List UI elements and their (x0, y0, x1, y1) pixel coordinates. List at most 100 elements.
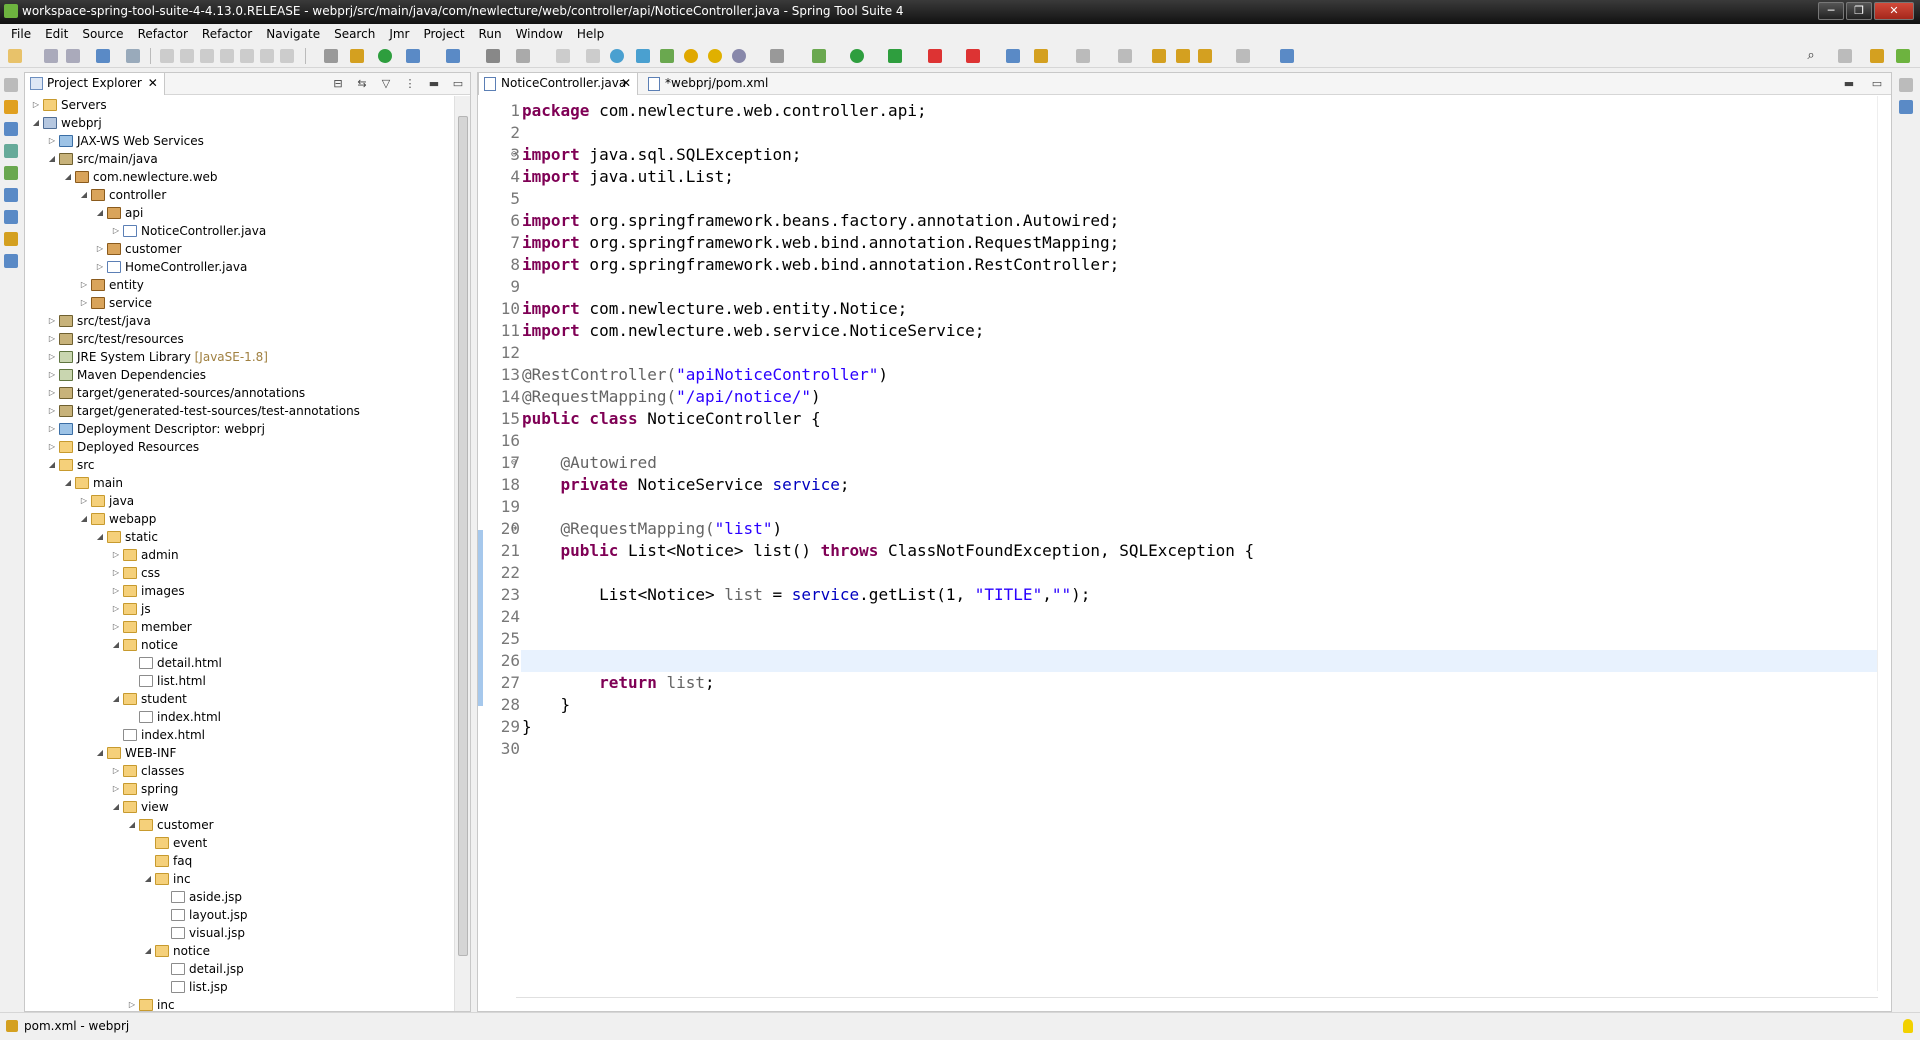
expanded-twistie-icon[interactable]: ◢ (63, 474, 73, 492)
code-line[interactable]: 22 (478, 562, 1828, 584)
collapsed-twistie-icon[interactable]: ▷ (111, 564, 121, 582)
close-tab-icon[interactable]: ✕ (621, 73, 631, 94)
new-project-icon[interactable] (406, 49, 420, 63)
start-server-icon[interactable] (378, 49, 392, 63)
menu-navigate[interactable]: Navigate (259, 24, 327, 44)
restore-right-icon[interactable] (1899, 78, 1913, 92)
code-line[interactable]: 18 private NoticeService service; (478, 474, 1828, 496)
code-line[interactable]: 23 List<Notice> list = service.getList(1… (478, 584, 1828, 606)
step-over-icon[interactable] (260, 49, 274, 63)
code-line[interactable]: 9 (478, 276, 1828, 298)
tree-item[interactable]: ▷ src/test/java (25, 312, 455, 330)
collapsed-twistie-icon[interactable]: ▷ (111, 762, 121, 780)
menu-run[interactable]: Run (472, 24, 509, 44)
restore-icon[interactable] (4, 78, 18, 92)
boot-dashboard-icon[interactable] (4, 144, 18, 158)
tree-item[interactable]: ▷ admin (25, 546, 455, 564)
coverage-icon[interactable] (888, 49, 902, 63)
tree-item[interactable]: ▷ JAX-WS Web Services (25, 132, 455, 150)
code-line[interactable]: 21 public List<Notice> list() throws Cla… (478, 540, 1828, 562)
open-type-icon[interactable] (486, 49, 500, 63)
terminate-icon[interactable] (200, 49, 214, 63)
task-list-icon[interactable] (4, 100, 18, 114)
expanded-twistie-icon[interactable]: ◢ (31, 114, 41, 132)
filter-icon[interactable]: ▽ (378, 76, 394, 92)
editor-vertical-scrollbar[interactable] (1877, 96, 1891, 991)
tree-item[interactable]: ◢ student (25, 690, 455, 708)
tab-notice-controller[interactable]: NoticeController.java ✕ (478, 73, 638, 95)
collapsed-twistie-icon[interactable]: ▷ (95, 258, 105, 276)
problems-icon[interactable] (4, 254, 18, 268)
question-icon[interactable] (708, 49, 722, 63)
expanded-twistie-icon[interactable]: ◢ (95, 528, 105, 546)
spring-boot-icon[interactable] (350, 49, 364, 63)
code-line[interactable]: 14 @RequestMapping("/api/notice/") (478, 386, 1828, 408)
last-edit-2-icon[interactable] (1176, 49, 1190, 63)
java-ee-perspective-icon[interactable] (1870, 49, 1884, 63)
disconnect-icon[interactable] (220, 49, 234, 63)
fold-toggle-icon[interactable]: ⊖ (511, 144, 517, 166)
save-all-icon[interactable] (66, 49, 80, 63)
properties-icon[interactable] (4, 210, 18, 224)
outline-right-icon[interactable] (1899, 100, 1913, 114)
collapsed-twistie-icon[interactable]: ▷ (111, 546, 121, 564)
resume-icon[interactable] (160, 49, 174, 63)
code-line[interactable]: 3 ⊖ import java.sql.SQLException; (478, 144, 1828, 166)
tree-item[interactable]: ▷ inc (25, 996, 455, 1011)
tree-item[interactable]: ▷ css (25, 564, 455, 582)
step-return-icon[interactable] (280, 49, 294, 63)
tree-item[interactable]: ▷ NoticeController.java (25, 222, 455, 240)
stop-icon[interactable] (928, 49, 942, 63)
tree-item[interactable]: ▷ service (25, 294, 455, 312)
tree-item[interactable]: ◢ inc (25, 870, 455, 888)
tree-item[interactable]: ▷ HomeController.java (25, 258, 455, 276)
menu-search[interactable]: Search (327, 24, 382, 44)
terminal-icon[interactable] (96, 49, 110, 63)
editor-horizontal-scrollbar[interactable] (516, 997, 1878, 1011)
tree-item[interactable]: ◢ main (25, 474, 455, 492)
code-line[interactable]: 7 import org.springframework.web.bind.ann… (478, 232, 1828, 254)
tree-scrollbar[interactable] (454, 96, 470, 1011)
maximize-view-icon[interactable]: ▭ (450, 76, 466, 92)
code-line[interactable]: 29} (478, 716, 1828, 738)
spring-perspective-icon[interactable] (1896, 49, 1910, 63)
expanded-twistie-icon[interactable]: ◢ (95, 744, 105, 762)
tree-item[interactable]: index.html (25, 708, 455, 726)
code-line[interactable]: 8 import org.springframework.web.bind.ann… (478, 254, 1828, 276)
collapsed-twistie-icon[interactable]: ▷ (79, 492, 89, 510)
search-file-icon[interactable] (1034, 49, 1048, 63)
expanded-twistie-icon[interactable]: ◢ (143, 942, 153, 960)
tree-item[interactable]: ◢ controller (25, 186, 455, 204)
collapsed-twistie-icon[interactable]: ▷ (111, 222, 121, 240)
tree-item[interactable]: ◢ com.newlecture.web (25, 168, 455, 186)
tree-item[interactable]: ▷ Servers (25, 96, 455, 114)
save-icon[interactable] (44, 49, 58, 63)
skip-breakpoints-icon[interactable] (126, 49, 140, 63)
code-line[interactable]: 4 import java.util.List; (478, 166, 1828, 188)
back-icon[interactable] (1198, 49, 1212, 63)
last-edit-icon[interactable] (1152, 49, 1166, 63)
pin-editor-icon[interactable] (1280, 49, 1294, 63)
code-line[interactable]: 17 ⊖ @Autowired (478, 452, 1828, 474)
tree-item[interactable]: ▷ images (25, 582, 455, 600)
expanded-twistie-icon[interactable]: ◢ (143, 870, 153, 888)
collapsed-twistie-icon[interactable]: ▷ (47, 132, 57, 150)
view-menu-icon[interactable]: ⋮ (402, 76, 418, 92)
tree-item[interactable]: faq (25, 852, 455, 870)
collapsed-twistie-icon[interactable]: ▷ (47, 420, 57, 438)
next-annotation-icon[interactable] (1076, 49, 1090, 63)
expanded-twistie-icon[interactable]: ◢ (47, 150, 57, 168)
tree-item[interactable]: ◢ notice (25, 636, 455, 654)
minimize-view-icon[interactable]: ▬ (426, 76, 442, 92)
search-icon[interactable]: ⌕ (1804, 49, 1818, 63)
collapsed-twistie-icon[interactable]: ▷ (95, 240, 105, 258)
outline-icon[interactable] (4, 122, 18, 136)
run-icon[interactable] (850, 49, 864, 63)
open-task-icon[interactable] (324, 49, 338, 63)
tree-item[interactable]: ◢ notice (25, 942, 455, 960)
collapsed-twistie-icon[interactable]: ▷ (47, 402, 57, 420)
external-tools-icon[interactable] (966, 49, 980, 63)
tree-item[interactable]: detail.jsp (25, 960, 455, 978)
collapsed-twistie-icon[interactable]: ▷ (79, 294, 89, 312)
maximize-editor-icon[interactable]: ▭ (1869, 76, 1885, 92)
